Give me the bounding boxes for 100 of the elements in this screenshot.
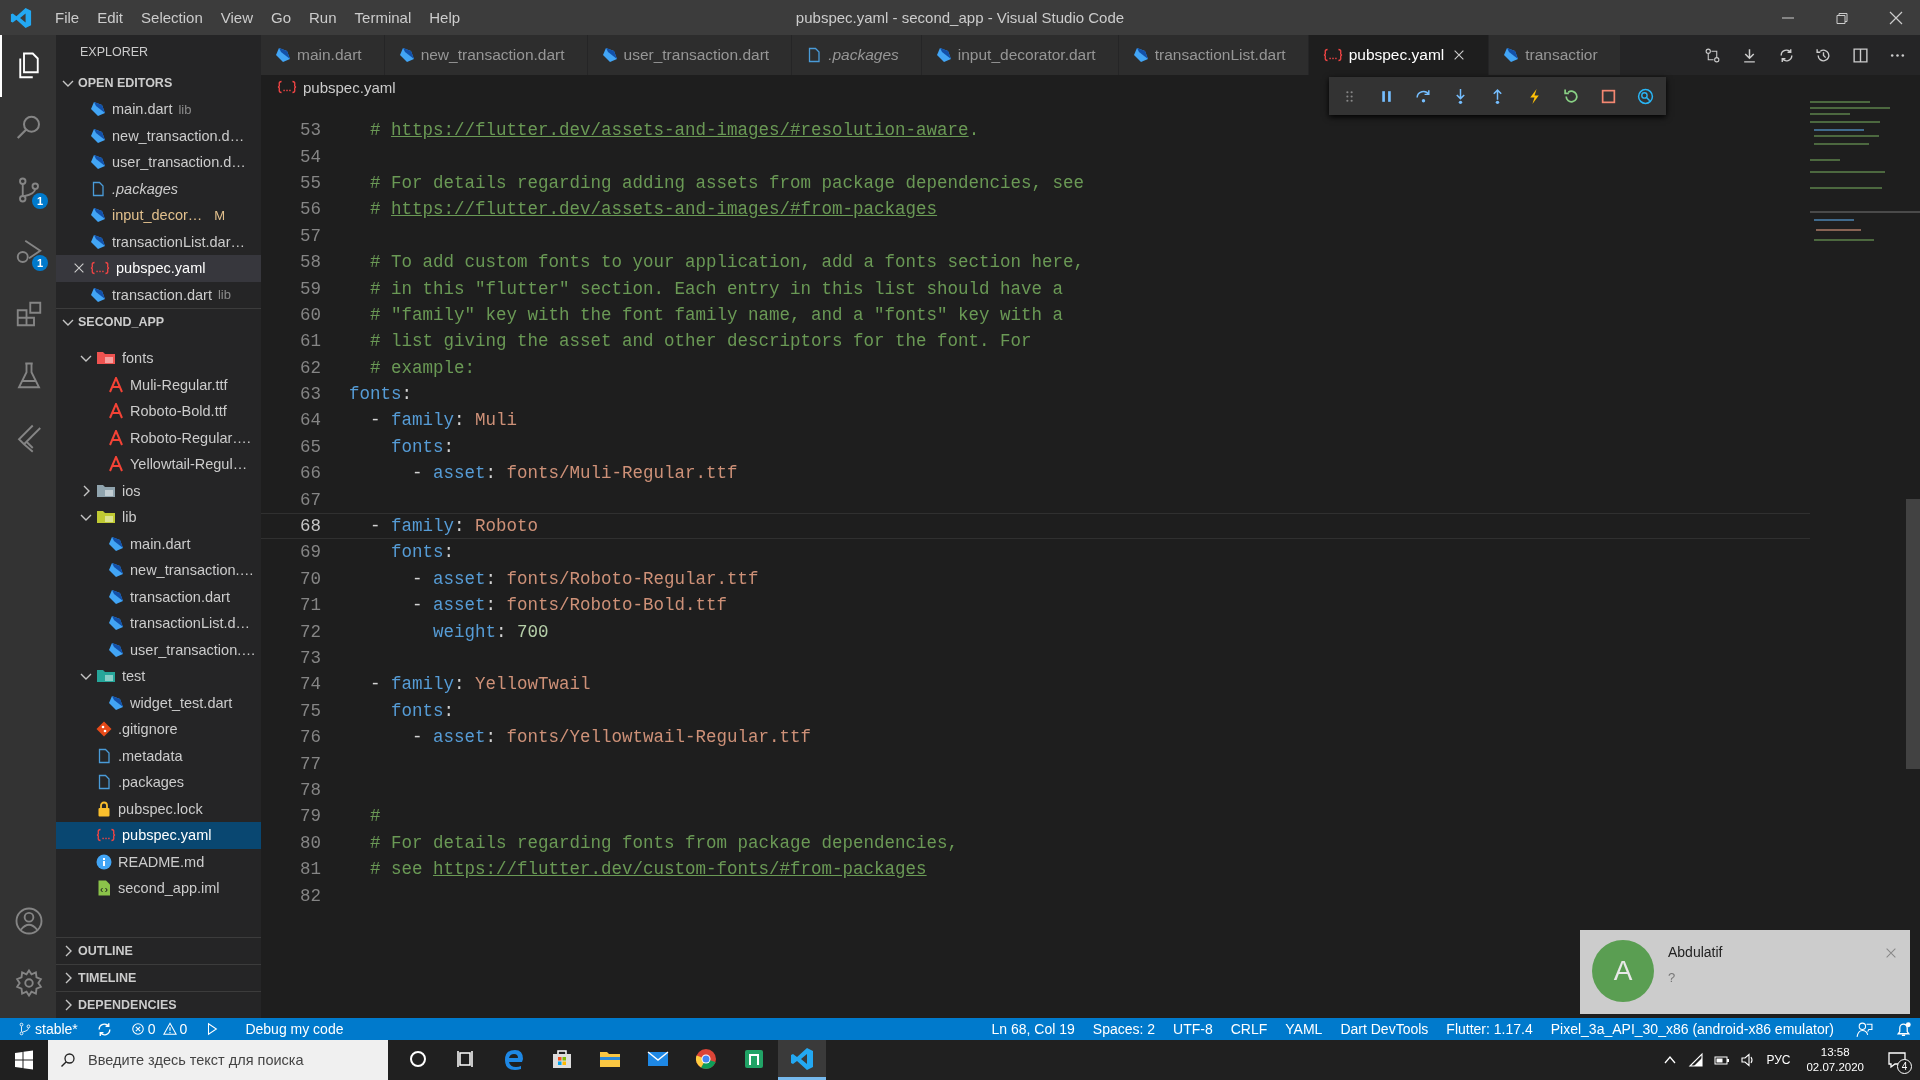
close-icon[interactable] [1888,9,1904,26]
open-editor-item[interactable]: new_transaction.d… [56,122,261,149]
menu-item[interactable]: File [46,9,89,26]
status-item[interactable]: UTF-8 [1173,1021,1213,1037]
menu-item[interactable]: Run [300,9,346,26]
split-editor-icon[interactable] [1852,46,1869,64]
tree-item[interactable]: lib [56,504,261,531]
tree-item[interactable]: README.md [56,848,261,875]
status-item[interactable]: Pixel_3a_API_30_x86 (android-x86 emulator) [1550,1021,1834,1037]
line-number: 61 [299,331,322,352]
settings-icon[interactable] [14,968,44,998]
tree-item[interactable]: test [56,663,261,690]
line-number: 66 [299,463,322,484]
code-line: # example: [369,357,476,378]
status-item[interactable]: Spaces: 2 [1092,1021,1156,1037]
history-icon[interactable] [1815,46,1832,64]
activity-button[interactable]: 1 [0,221,56,283]
font-icon [108,429,124,446]
open-editor-item[interactable]: user_transaction.d… [56,149,261,176]
sync-icon[interactable] [95,1020,113,1038]
file-type-icon [601,47,618,63]
debug-status[interactable]: Debug my code [201,1021,344,1037]
editor-tab[interactable]: main.dart [261,35,385,75]
editor-tab[interactable]: transactior [1489,35,1621,75]
restart-icon[interactable] [1563,87,1580,105]
tree-item[interactable]: new_transaction.… [56,557,261,584]
menu-item[interactable]: Go [262,9,300,26]
editor-tab[interactable]: transactionList.dart [1118,35,1309,75]
menu-item[interactable]: Selection [132,9,212,26]
file-type-icon [108,641,124,658]
status-item[interactable]: Flutter: 1.17.4 [1446,1021,1533,1037]
section-header[interactable]: OPEN EDITORS [56,70,261,96]
menu-item[interactable]: Help [420,9,470,26]
status-item[interactable]: Ln 68, Col 19 [991,1021,1075,1037]
tree-item[interactable]: second_app.iml [56,875,261,902]
code-line: fonts: [390,542,455,563]
line-number: 82 [299,885,322,906]
open-editor-item[interactable]: input_decor… M [56,202,261,229]
tree-item[interactable]: transaction.dart [56,583,261,610]
open-editor-item[interactable]: pubspec.yaml [56,255,261,282]
status-item[interactable]: YAML [1285,1021,1323,1037]
tree-item[interactable]: transactionList.d… [56,610,261,637]
branch-status[interactable]: stable* [14,1021,78,1037]
refresh-icon[interactable] [1778,46,1795,64]
tree-item[interactable]: pubspec.lock [56,795,261,822]
menu-item[interactable]: View [211,9,262,26]
tree-item[interactable]: pubspec.yaml [56,822,261,849]
tree-item[interactable]: ios [56,477,261,504]
tree-item[interactable]: Roboto-Regular…. [56,424,261,451]
tree-item[interactable]: widget_test.dart [56,689,261,716]
line-number: 68 [299,516,322,537]
breadcrumb-item[interactable]: pubspec.yaml [277,78,396,96]
tree-item[interactable]: user_transaction.… [56,636,261,663]
tree-item[interactable]: fonts [56,345,261,372]
stop-icon[interactable] [1600,87,1617,105]
language-indicator[interactable]: РУС [1766,1053,1791,1067]
browser-icon [694,1046,718,1071]
inspect-icon[interactable] [1637,87,1654,105]
editor-tab[interactable]: user_transaction.dart [587,35,793,75]
status-item[interactable]: Dart DevTools [1340,1021,1429,1037]
status-item[interactable]: CRLF [1230,1021,1268,1037]
activity-button[interactable]: 1 [0,159,56,221]
search-field[interactable]: Введите здесь текст для поиска [48,1040,388,1080]
editor-tab[interactable]: pubspec.yaml [1308,35,1490,75]
open-editor-item[interactable]: transaction.dart lib [56,281,261,308]
start-icon[interactable] [14,1050,34,1070]
step-over-icon[interactable] [1415,87,1432,105]
line-number: 57 [299,225,322,246]
tree-item[interactable]: .gitignore [56,716,261,743]
tree-item[interactable]: Roboto-Bold.ttf [56,398,261,425]
scrollbar[interactable] [1906,499,1920,769]
account-icon[interactable] [14,906,44,936]
compare-icon[interactable] [1704,46,1721,64]
file-icon [96,774,112,791]
file-type-icon [90,233,106,250]
open-editor-item[interactable]: transactionList.dar… [56,228,261,255]
notification-center-button[interactable]: 4 [1880,1040,1914,1080]
problems-status[interactable]: 0 0 [126,1021,188,1037]
feedback-icon[interactable] [1856,1020,1873,1038]
file-type-icon [935,47,952,63]
menu-item[interactable]: Edit [88,9,133,26]
download-icon[interactable] [1741,46,1758,64]
file-name: input_decor… [112,207,203,224]
file-type-icon [108,615,124,632]
wifi-icon[interactable] [1688,1052,1705,1068]
bell-icon[interactable] [1895,1020,1912,1038]
menu-item[interactable]: Terminal [345,9,421,26]
editor-tab[interactable]: input_decorator.dart [921,35,1119,75]
code-line: # To add custom fonts to your application, add a fonts section here, [369,252,1085,273]
code-line: - asset: fonts/Yellowtwail-Regular.ttf [411,727,812,748]
open-editor-item[interactable]: main.dart lib [56,96,261,123]
tree-item[interactable]: .packages [56,769,261,796]
editor-tab[interactable]: new_transaction.dart [384,35,588,75]
tree-item[interactable]: Muli-Regular.ttf [56,371,261,398]
editor-tab[interactable]: .packages [792,35,922,75]
clock[interactable]: 13:58 02.07.2020 [1800,1045,1870,1075]
tree-item[interactable]: Yellowtail-Regul… [56,451,261,478]
open-editor-item[interactable]: .packages [56,175,261,202]
tree-item[interactable]: main.dart [56,530,261,557]
tree-item[interactable]: .metadata [56,742,261,769]
